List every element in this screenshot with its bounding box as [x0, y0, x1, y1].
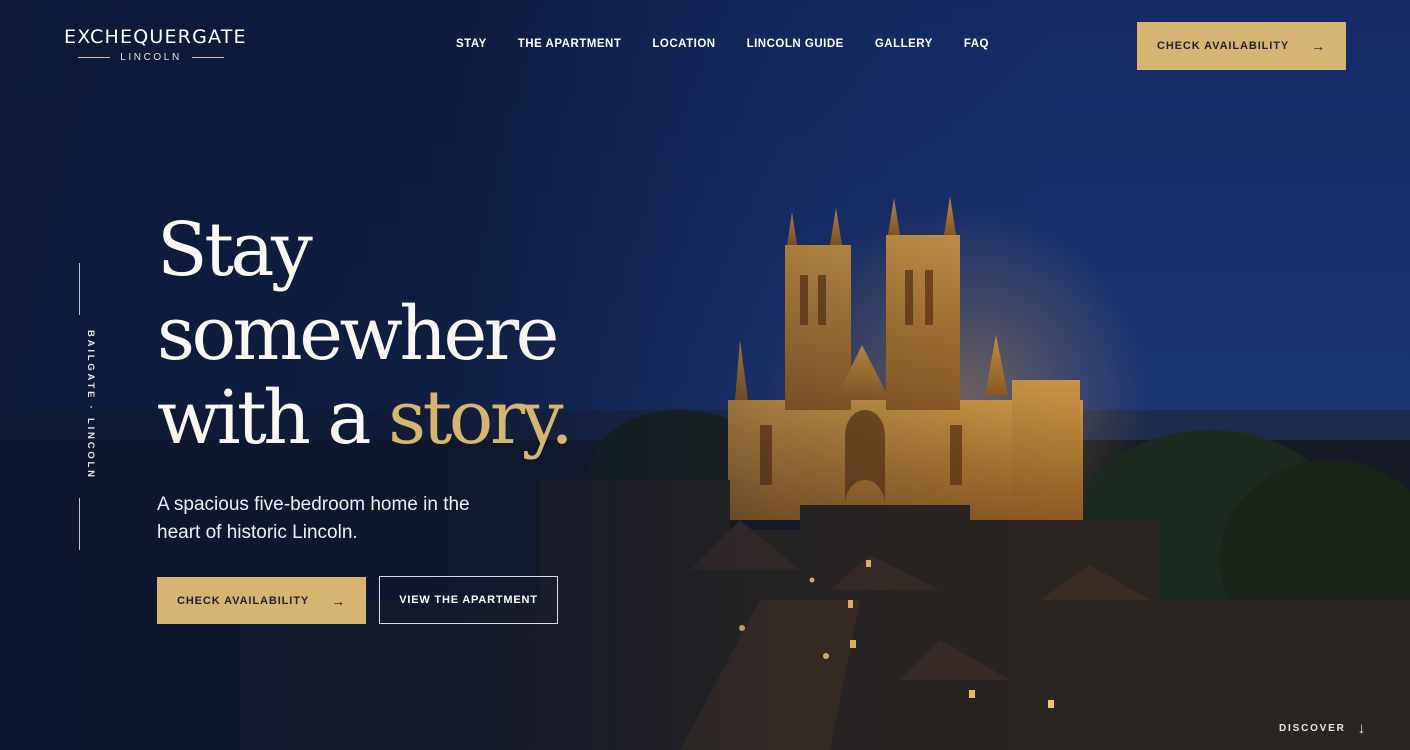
discover-scroll-link[interactable]: DISCOVER ↓ [1279, 720, 1367, 737]
side-divider-bottom [79, 498, 80, 550]
site-logo[interactable]: EXCHEQUERGATE LINCOLN [64, 26, 247, 63]
hero-cta-label: CHECK AVAILABILITY [176, 594, 310, 607]
nav-item-gallery[interactable]: GALLERY [875, 38, 933, 50]
nav-item-stay[interactable]: STAY [456, 38, 487, 50]
headline-accent: story. [388, 375, 574, 461]
headline-line-3: with a [157, 375, 389, 461]
headline-line-1: Stay [157, 207, 313, 293]
side-label-line1: BAILGATE · [85, 330, 96, 412]
arrow-down-icon: ↓ [1357, 720, 1367, 737]
headline-line-2: somewhere [157, 291, 559, 377]
arrow-right-icon: → [331, 592, 346, 609]
logo-wordmark: EXCHEQUERGATE [64, 26, 247, 48]
discover-label: DISCOVER [1279, 723, 1346, 734]
side-divider-top [79, 263, 80, 315]
main-nav: STAY THE APARTMENT LOCATION LINCOLN GUID… [456, 38, 989, 50]
nav-item-faq[interactable]: FAQ [964, 38, 989, 50]
logo-rule-left [78, 57, 111, 58]
nav-item-the-apartment[interactable]: THE APARTMENT [518, 38, 622, 50]
arrow-right-icon: → [1311, 38, 1326, 54]
logo-subline: LINCOLN [64, 52, 238, 63]
nav-item-lincoln-guide[interactable]: LINCOLN GUIDE [747, 38, 844, 50]
hero-subheading: A spacious five-bedroom home in the hear… [157, 494, 470, 543]
logo-location: LINCOLN [120, 52, 182, 63]
view-apartment-button[interactable]: VIEW THE APARTMENT [379, 576, 558, 624]
hero-headline: Stay somewhere with a story. [157, 207, 574, 461]
logo-rule-right [191, 57, 224, 58]
header-check-availability-button[interactable]: CHECK AVAILABILITY → [1137, 22, 1346, 70]
side-location-label: BAILGATE · LINCOLN [66, 330, 96, 490]
nav-item-location[interactable]: LOCATION [652, 38, 715, 50]
header-cta-label: CHECK AVAILABILITY [1156, 40, 1290, 52]
side-label-line2: LINCOLN [85, 417, 96, 480]
hero-check-availability-button[interactable]: CHECK AVAILABILITY → [157, 577, 366, 624]
